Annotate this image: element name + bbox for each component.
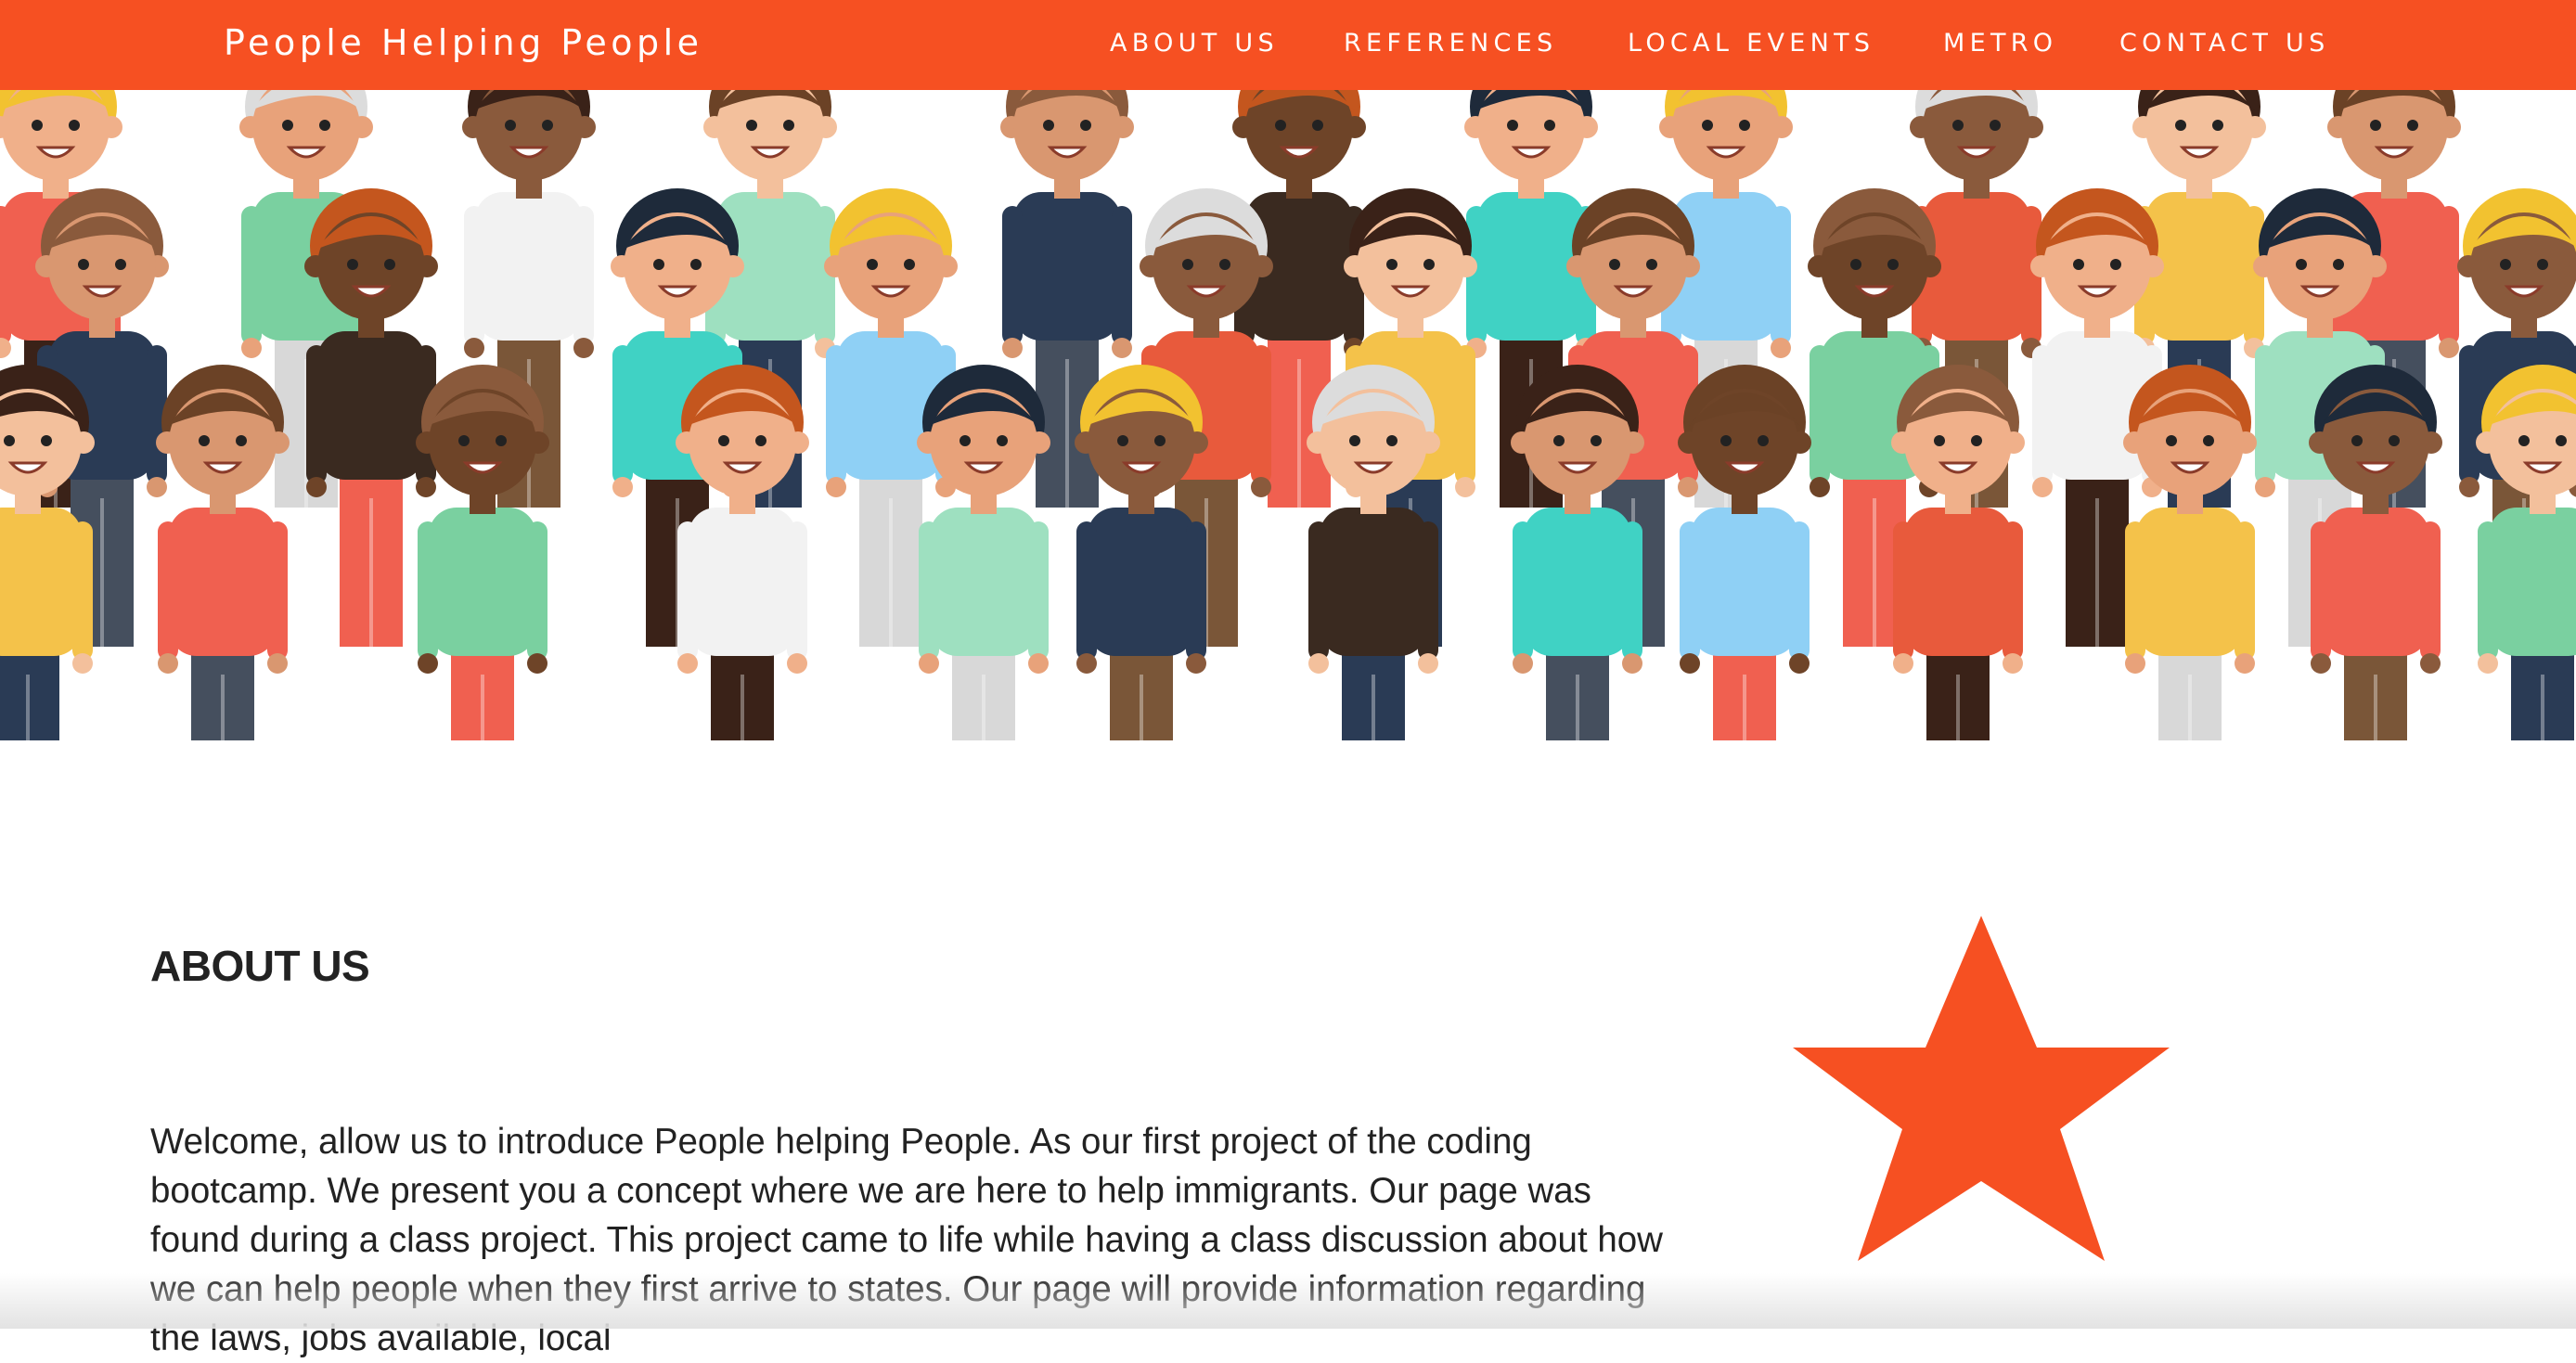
about-heading: ABOUT US <box>150 942 370 990</box>
nav-link-references[interactable]: REFERENCES <box>1344 29 1557 58</box>
bottom-fade <box>0 1273 2576 1329</box>
crowd-illustration <box>0 90 2576 740</box>
nav-link-local-events[interactable]: LOCAL EVENTS <box>1628 29 1874 58</box>
nav-link-contact-us[interactable]: CONTACT US <box>2119 29 2330 58</box>
top-navbar: People Helping People ABOUT US REFERENCE… <box>0 0 2576 90</box>
nav-links: ABOUT US REFERENCES LOCAL EVENTS METRO C… <box>0 29 2576 66</box>
hero-banner <box>0 90 2576 740</box>
nav-link-metro[interactable]: METRO <box>1943 29 2057 58</box>
star-icon <box>1793 916 2170 1261</box>
nav-link-about-us[interactable]: ABOUT US <box>1110 29 1279 58</box>
